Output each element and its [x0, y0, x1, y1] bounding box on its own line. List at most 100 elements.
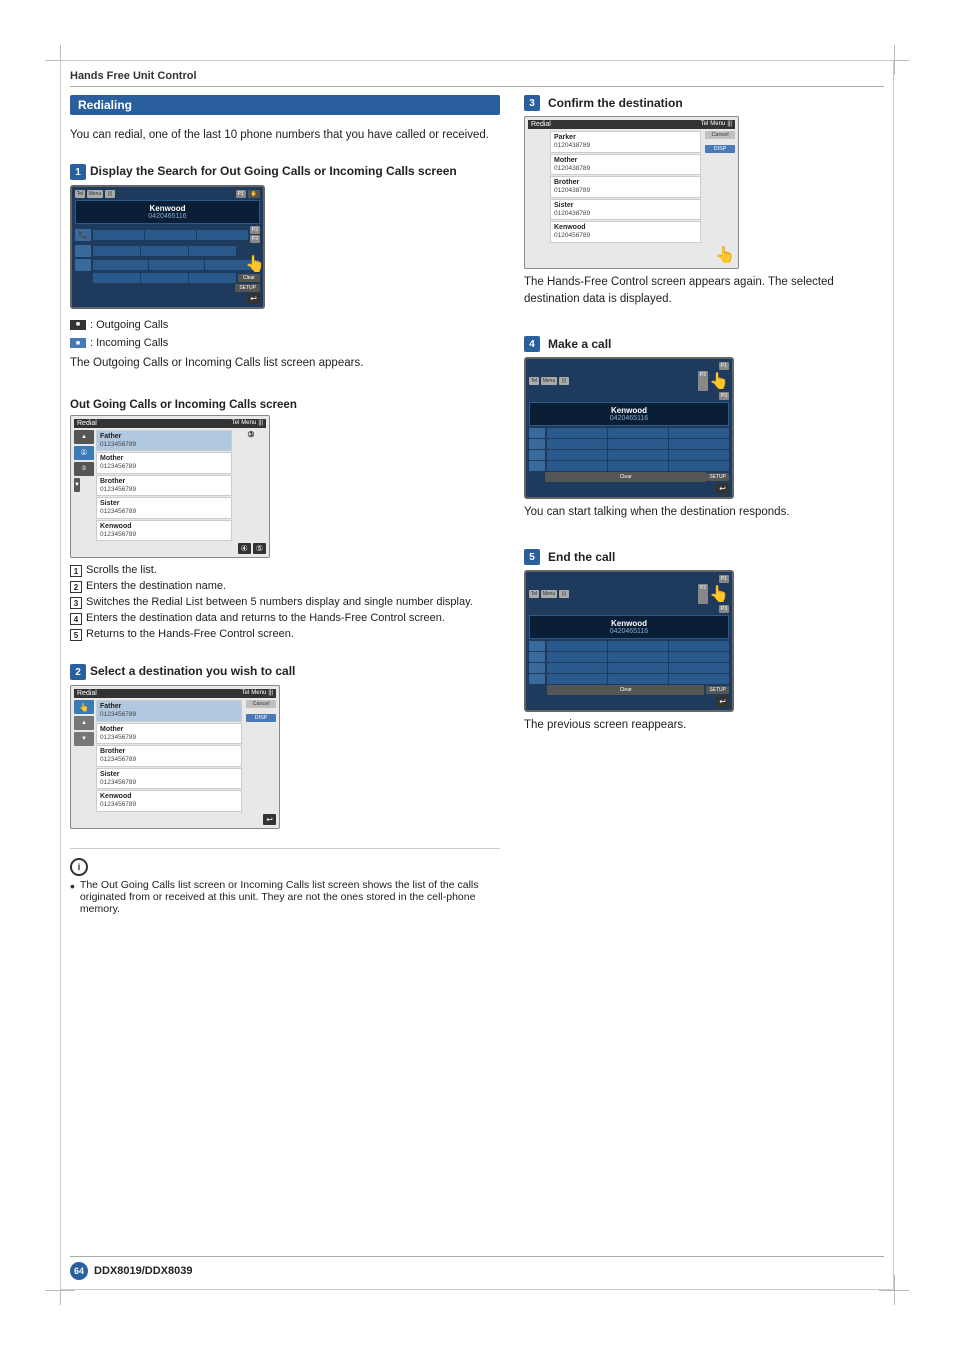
footer-model: DDX8019/DDX8039: [94, 1265, 192, 1277]
s4k9[interactable]: [669, 450, 729, 460]
redial-item-1[interactable]: Mother 0123456789: [96, 452, 232, 474]
s3-disp-btn[interactable]: DISP: [705, 145, 735, 153]
s5-clear-btn[interactable]: Clear: [547, 685, 704, 695]
bookmark-icon[interactable]: ①: [74, 446, 94, 460]
s5k5[interactable]: [608, 652, 668, 662]
s5k1[interactable]: [547, 641, 607, 651]
s2-disp-btn[interactable]: DISP: [246, 714, 276, 722]
contact-name-4: Kenwood: [100, 522, 228, 531]
s4-back-btn[interactable]: ↩: [716, 483, 729, 494]
s4ks[interactable]: [547, 461, 607, 471]
intro-text: You can redial, one of the last 10 phone…: [70, 127, 500, 144]
keyhash[interactable]: [189, 273, 236, 283]
s4-p1[interactable]: P1: [719, 362, 729, 370]
step2-screen-area: Redial Tel Menu ||| 👆 ▲ ▼: [70, 685, 500, 829]
phone-book-icon[interactable]: 📞: [75, 229, 91, 241]
scroll-down-btn[interactable]: ▼: [74, 478, 80, 492]
p2-btn[interactable]: P2: [250, 226, 260, 234]
step5-row4: [529, 674, 729, 684]
s3-item-3[interactable]: Sister 0120438789: [550, 199, 701, 221]
s3-item-0[interactable]: Parker 0120438789: [550, 131, 701, 153]
s4-clear-btn[interactable]: Clear: [545, 472, 706, 482]
s2-item-2[interactable]: Brother 0123456789: [96, 745, 242, 767]
step4-num: 4: [524, 336, 540, 352]
s2-enter-icon[interactable]: ↩: [263, 814, 276, 825]
redial-item-4[interactable]: Kenwood 0123456789: [96, 520, 232, 542]
num-box-1: 1: [70, 565, 82, 577]
back-arrow-icon[interactable]: ↩: [247, 293, 260, 304]
s2-item-4[interactable]: Kenwood 0123456789: [96, 790, 242, 812]
s2-cancel-btn[interactable]: Cancel: [246, 700, 276, 708]
step2-title: Select a destination you wish to call: [90, 664, 295, 680]
key0[interactable]: [141, 273, 188, 283]
s5-keys2: [547, 652, 729, 662]
section-title: Redialing: [70, 95, 500, 115]
s4k4[interactable]: [547, 439, 607, 449]
s4k8[interactable]: [608, 450, 668, 460]
s2-up-btn[interactable]: ▲: [74, 716, 94, 730]
s5k4[interactable]: [547, 652, 607, 662]
contact-name-3: Sister: [100, 499, 228, 508]
s4k6[interactable]: [669, 439, 729, 449]
redial-item-3[interactable]: Sister 0123456789: [96, 497, 232, 519]
s2-item-0[interactable]: Father 0123456789: [96, 700, 242, 722]
s5-p3[interactable]: P3: [719, 605, 729, 613]
redial-enter-icon[interactable]: ④: [238, 543, 251, 554]
key4[interactable]: [93, 246, 140, 256]
key6[interactable]: [189, 246, 236, 256]
s2-item-3[interactable]: Sister 0123456789: [96, 768, 242, 790]
s5k3[interactable]: [669, 641, 729, 651]
s5k8[interactable]: [608, 663, 668, 673]
key2[interactable]: [145, 230, 196, 240]
s4k5[interactable]: [608, 439, 668, 449]
redial-back-icon[interactable]: ⑤: [253, 543, 266, 554]
s5k9[interactable]: [669, 663, 729, 673]
s5ks[interactable]: [547, 674, 607, 684]
s5-setup-btn[interactable]: SETUP: [706, 686, 729, 694]
step5-row2: [529, 652, 729, 662]
s4-setup-btn[interactable]: SETUP: [706, 473, 729, 481]
s5k6[interactable]: [669, 652, 729, 662]
p1-btn[interactable]: P1: [236, 190, 246, 198]
s4kh[interactable]: [669, 461, 729, 471]
keystar[interactable]: [93, 273, 140, 283]
s4k1[interactable]: [547, 428, 607, 438]
s5-p1[interactable]: P1: [719, 575, 729, 583]
clear-btn[interactable]: Clear: [238, 274, 260, 282]
icon-btn2[interactable]: [75, 245, 91, 257]
icon-btn3[interactable]: [75, 259, 91, 271]
s4-p2[interactable]: P2: [698, 371, 708, 391]
s2-item-1[interactable]: Mother 0123456789: [96, 723, 242, 745]
redial-item-2[interactable]: Brother 0123456789: [96, 475, 232, 497]
s2-down-btn[interactable]: ▼: [74, 732, 94, 746]
key5[interactable]: [141, 246, 188, 256]
s3-item-1[interactable]: Mother 0120438789: [550, 154, 701, 176]
setup-btn[interactable]: SETUP: [235, 284, 260, 292]
s4k3[interactable]: [669, 428, 729, 438]
s4k7[interactable]: [547, 450, 607, 460]
key1[interactable]: [93, 230, 144, 240]
s3-cancel-btn[interactable]: Cancel: [705, 131, 735, 139]
contact-num-0: 0123456789: [100, 441, 228, 449]
p3-btn[interactable]: P3: [250, 235, 260, 243]
s4-p3[interactable]: P3: [719, 392, 729, 400]
s5-back-btn[interactable]: ↩: [716, 696, 729, 707]
key-icon[interactable]: ②: [74, 462, 94, 476]
s5kh[interactable]: [669, 674, 729, 684]
s4k2[interactable]: [608, 428, 668, 438]
scroll-up-btn[interactable]: ▲: [74, 430, 94, 444]
key3[interactable]: [197, 230, 248, 240]
s3-item-4[interactable]: Kenwood 0120456789: [550, 221, 701, 243]
key7[interactable]: [93, 260, 148, 270]
redial-item-0[interactable]: Father 0123456789: [96, 430, 232, 452]
step1-number: 0420465116: [79, 213, 256, 220]
s5-p2[interactable]: P2: [698, 584, 708, 604]
finger-btn[interactable]: 👆: [74, 700, 94, 714]
s5k0[interactable]: [608, 674, 668, 684]
step5-p-btns: P1 P2 👆 P3: [698, 575, 729, 613]
s5k2[interactable]: [608, 641, 668, 651]
s5k7[interactable]: [547, 663, 607, 673]
s4k0[interactable]: [608, 461, 668, 471]
key8[interactable]: [149, 260, 204, 270]
s3-item-2[interactable]: Brother 0120438789: [550, 176, 701, 198]
